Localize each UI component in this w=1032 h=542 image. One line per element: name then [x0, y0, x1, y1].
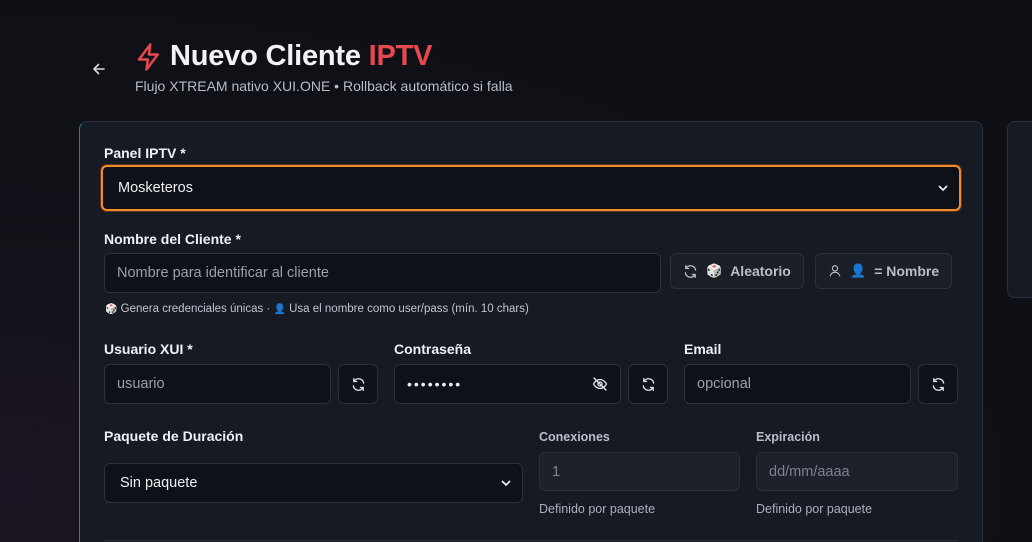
connections-label: Conexiones: [539, 430, 610, 444]
page-title-row: Nuevo Cliente IPTV: [134, 40, 433, 73]
client-name-placeholder: Nombre para identificar al cliente: [117, 265, 329, 281]
page-title-accent: IPTV: [368, 40, 433, 72]
user-placeholder: usuario: [117, 376, 165, 392]
panel-label: Panel IPTV *: [104, 145, 186, 161]
email-input[interactable]: opcional: [684, 364, 911, 404]
panel-select[interactable]: Mosketeros: [101, 165, 961, 211]
user-label: Usuario XUI *: [104, 341, 193, 357]
client-name-hint: 🎲 Genera credenciales únicas · 👤 Usa el …: [105, 303, 529, 315]
regenerate-email-button[interactable]: [918, 364, 958, 404]
refresh-icon: [684, 264, 697, 278]
dice-icon: 🎲: [105, 304, 118, 315]
eye-off-icon[interactable]: [592, 376, 608, 392]
panel-select-value: Mosketeros: [118, 180, 193, 196]
package-label: Paquete de Duración: [104, 428, 244, 444]
chevron-down-icon: [938, 185, 948, 192]
page-title-main: Nuevo Cliente: [170, 40, 361, 72]
client-name-input[interactable]: Nombre para identificar al cliente: [104, 253, 661, 293]
name-as-credentials-button[interactable]: 👤 = Nombre: [815, 253, 953, 289]
section-divider: [104, 540, 958, 541]
expiration-hint: Definido por paquete: [756, 502, 873, 516]
name-button-label: = Nombre: [874, 263, 940, 279]
connections-value: 1: [552, 463, 561, 480]
random-credentials-button[interactable]: 🎲 Aleatorio: [670, 253, 804, 289]
side-panel: [1007, 121, 1032, 298]
dice-icon: 🎲: [706, 263, 723, 278]
connections-hint: Definido por paquete: [539, 502, 656, 516]
user-icon: [829, 265, 841, 277]
person-emoji-icon: 👤: [850, 263, 867, 278]
arrow-left-icon: [93, 63, 105, 75]
expiration-label: Expiración: [756, 430, 820, 444]
random-button-label: Aleatorio: [730, 263, 791, 279]
regenerate-password-button[interactable]: [628, 364, 668, 404]
user-input[interactable]: usuario: [104, 364, 331, 404]
password-input[interactable]: ••••••••: [394, 364, 621, 404]
chevron-down-icon: [501, 480, 511, 487]
hint-separator: ·: [266, 303, 271, 315]
back-button[interactable]: [88, 58, 110, 80]
person-emoji-icon: 👤: [273, 304, 286, 315]
refresh-icon: [352, 377, 364, 391]
refresh-icon: [932, 377, 944, 391]
page-title: Nuevo Cliente IPTV: [170, 40, 433, 73]
email-placeholder: opcional: [697, 376, 752, 392]
expiration-placeholder: dd/mm/aaaa: [769, 463, 850, 480]
password-label: Contraseña: [394, 341, 472, 357]
password-value: ••••••••: [407, 376, 463, 392]
email-label: Email: [684, 341, 722, 357]
package-select-value: Sin paquete: [120, 475, 198, 491]
client-form-card: Panel IPTV * Mosketeros Nombre del Clien…: [79, 121, 983, 542]
connections-input[interactable]: 1: [539, 452, 740, 491]
regenerate-user-button[interactable]: [338, 364, 378, 404]
lightning-bolt-icon: [137, 42, 159, 71]
page-subtitle: Flujo XTREAM nativo XUI.ONE • Rollback a…: [135, 78, 513, 94]
client-name-label: Nombre del Cliente *: [104, 231, 241, 247]
expiration-input[interactable]: dd/mm/aaaa: [756, 452, 958, 491]
refresh-icon: [642, 377, 654, 391]
package-select[interactable]: Sin paquete: [104, 463, 523, 503]
hint-name-text: Usa el nombre como user/pass (mín. 10 ch…: [289, 303, 529, 315]
hint-random-text: Genera credenciales únicas: [120, 303, 264, 315]
